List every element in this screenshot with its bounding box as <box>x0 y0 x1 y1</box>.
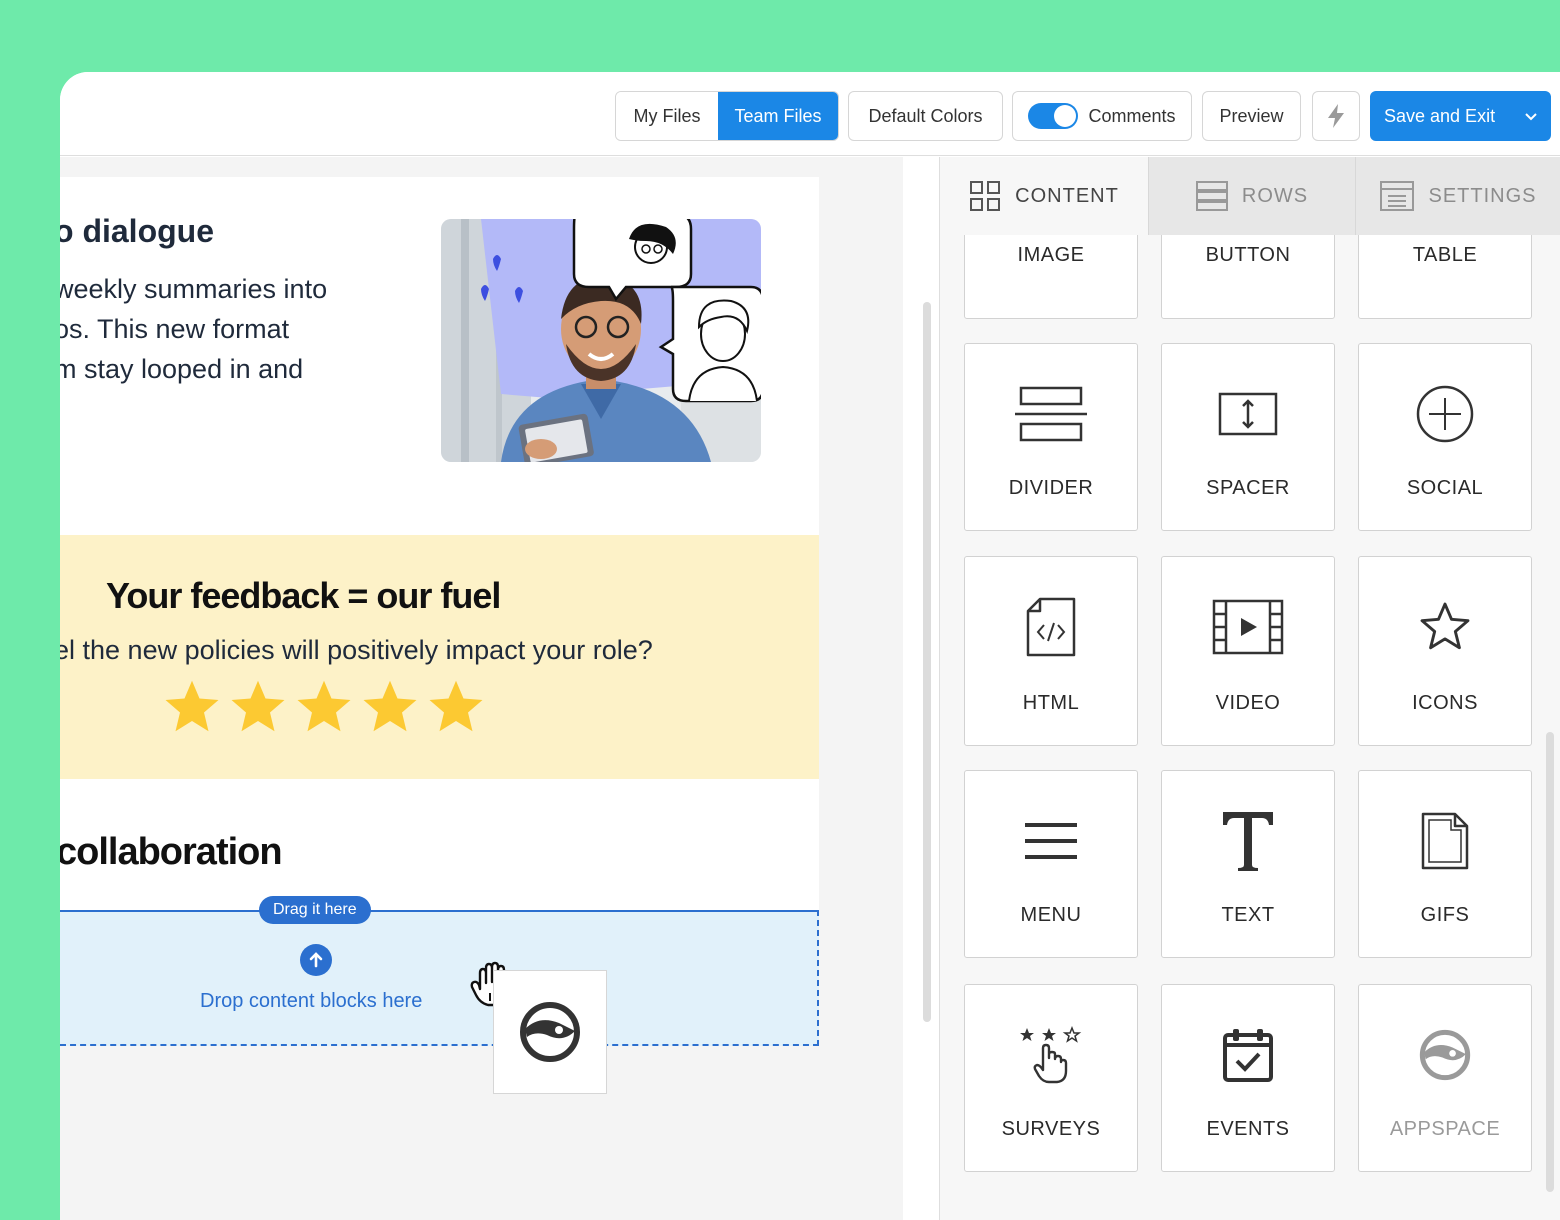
block-text[interactable]: TEXT <box>1161 770 1335 958</box>
dragged-appspace-block[interactable] <box>493 970 607 1094</box>
appspace-icon <box>520 1002 580 1062</box>
block-table[interactable]: TABLE <box>1358 235 1532 319</box>
block-label: SOCIAL <box>1406 477 1484 499</box>
star-icon[interactable] <box>162 677 222 737</box>
top-toolbar: My Files Team Files Default Colors Comme… <box>60 72 1560 156</box>
comments-label: Comments <box>1088 105 1176 126</box>
block-label: SURVEYS <box>1001 1118 1101 1140</box>
divider-icon <box>1015 386 1087 442</box>
preview-button[interactable]: Preview <box>1202 91 1301 141</box>
block-label: HTML <box>1022 692 1080 714</box>
drop-zone-text: Drop content blocks here <box>200 990 423 1012</box>
collaboration-heading: collaboration <box>60 831 283 873</box>
block-label: IMAGE <box>1017 244 1085 266</box>
tab-rows-label: ROWS <box>1241 184 1309 207</box>
intro-line: weekly summaries into <box>60 274 328 304</box>
chevron-down-icon[interactable] <box>1523 108 1539 124</box>
block-label: TABLE <box>1412 244 1478 266</box>
block-label: BUTTON <box>1205 244 1291 266</box>
block-label: ICONS <box>1412 692 1478 714</box>
intro-line: . <box>60 389 374 429</box>
canvas-scrollbar[interactable] <box>923 302 931 1022</box>
block-label: APPSPACE <box>1389 1118 1501 1140</box>
content-blocks-grid: IMAGE BUTTON TABLE DIVIDER SPACER SOCIAL… <box>940 235 1560 1220</box>
drop-zone[interactable]: Drag it here Drop content blocks here <box>60 896 819 1046</box>
tab-content[interactable]: CONTENT <box>940 157 1148 235</box>
star-icon <box>1420 602 1470 650</box>
block-icons[interactable]: ICONS <box>1358 556 1532 746</box>
star-icon[interactable] <box>228 677 288 737</box>
save-and-exit-button[interactable]: Save and Exit <box>1370 91 1551 141</box>
block-button[interactable]: BUTTON <box>1161 235 1335 319</box>
star-icon[interactable] <box>426 677 486 737</box>
grid-icon <box>970 181 1001 211</box>
email-canvas: o dialogue weekly summaries into os. Thi… <box>60 157 931 1220</box>
block-html[interactable]: HTML <box>964 556 1138 746</box>
files-segmented-control: My Files Team Files <box>615 91 839 141</box>
text-icon <box>1223 812 1273 871</box>
block-social[interactable]: SOCIAL <box>1358 343 1532 531</box>
block-label: TEXT <box>1221 904 1275 926</box>
intro-paragraph: weekly summaries into os. This new forma… <box>60 269 374 429</box>
intro-section[interactable]: o dialogue weekly summaries into os. Thi… <box>60 177 819 535</box>
block-spacer[interactable]: SPACER <box>1161 343 1335 531</box>
tab-settings[interactable]: SETTINGS <box>1355 157 1560 235</box>
collaboration-section[interactable]: collaboration <box>60 779 819 911</box>
panel-tabs: CONTENT ROWS SETTINGS <box>940 157 1560 235</box>
upload-arrow-icon <box>300 944 332 976</box>
hero-illustration[interactable] <box>441 219 761 462</box>
spacer-icon <box>1218 392 1278 436</box>
feedback-question: el the new policies will positively impa… <box>60 635 653 665</box>
comments-toggle-button[interactable]: Comments <box>1012 91 1192 141</box>
block-divider[interactable]: DIVIDER <box>964 343 1138 531</box>
my-files-button[interactable]: My Files <box>616 92 718 140</box>
blocks-panel: CONTENT ROWS SETTINGS IMAGE BUTTON TABLE… <box>939 157 1560 1220</box>
feedback-section[interactable]: Your feedback = our fuel el the new poli… <box>60 535 819 779</box>
block-image[interactable]: IMAGE <box>964 235 1138 319</box>
gif-icon <box>1421 812 1469 870</box>
star-rating[interactable] <box>162 677 486 737</box>
panel-scrollbar[interactable] <box>1546 732 1554 1192</box>
block-events[interactable]: EVENTS <box>1161 984 1335 1172</box>
menu-icon <box>1025 823 1077 859</box>
block-label: MENU <box>1020 904 1082 926</box>
editor-window: My Files Team Files Default Colors Comme… <box>60 72 1560 1220</box>
intro-heading: o dialogue <box>60 213 214 249</box>
html-icon <box>1026 597 1076 657</box>
calendar-icon <box>1223 1029 1273 1082</box>
block-gifs[interactable]: GIFS <box>1358 770 1532 958</box>
settings-icon <box>1380 181 1415 211</box>
block-appspace[interactable]: APPSPACE <box>1358 984 1532 1172</box>
social-icon <box>1416 385 1474 443</box>
video-icon <box>1212 599 1284 655</box>
tab-content-label: CONTENT <box>1015 184 1119 207</box>
default-colors-button[interactable]: Default Colors <box>848 91 1003 141</box>
rows-icon <box>1195 181 1228 211</box>
feedback-heading: Your feedback = our fuel <box>106 575 501 616</box>
save-and-exit-label: Save and Exit <box>1384 105 1496 126</box>
drag-it-here-badge: Drag it here <box>259 896 371 924</box>
block-video[interactable]: VIDEO <box>1161 556 1335 746</box>
tab-settings-label: SETTINGS <box>1428 184 1537 207</box>
tab-rows[interactable]: ROWS <box>1148 157 1355 235</box>
lightning-icon <box>1328 104 1344 128</box>
block-label: SPACER <box>1206 477 1290 499</box>
star-icon[interactable] <box>294 677 354 737</box>
block-label: VIDEO <box>1215 692 1281 714</box>
appspace-icon <box>1419 1029 1471 1081</box>
block-label: DIVIDER <box>1008 477 1094 499</box>
intro-line: os. This new format <box>60 314 290 344</box>
block-label: EVENTS <box>1206 1118 1290 1140</box>
team-files-button[interactable]: Team Files <box>718 92 838 140</box>
intro-line: m stay looped in and <box>60 354 304 384</box>
block-menu[interactable]: MENU <box>964 770 1138 958</box>
comments-toggle-switch[interactable] <box>1028 103 1079 129</box>
block-label: GIFS <box>1420 904 1470 926</box>
star-icon[interactable] <box>360 677 420 737</box>
block-surveys[interactable]: SURVEYS <box>964 984 1138 1172</box>
quick-actions-button[interactable] <box>1312 91 1360 141</box>
survey-icon <box>1020 1026 1082 1084</box>
